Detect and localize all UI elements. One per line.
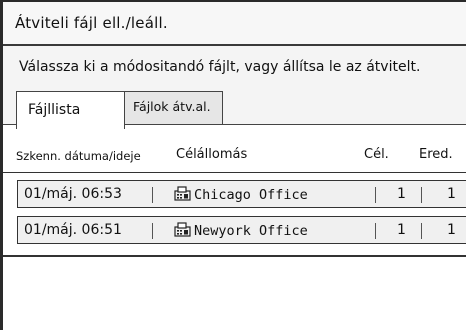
row-destination: Newyork Office	[194, 223, 308, 239]
column-separator	[152, 223, 153, 239]
column-header-ered: Ered.	[419, 147, 453, 162]
column-separator	[421, 223, 422, 239]
tab-transferred-files[interactable]: Fájlok átv.al.	[123, 91, 223, 124]
row-destination-cell: Chicago Office	[174, 186, 308, 205]
fax-destination-icon	[174, 186, 192, 205]
row-ered: 1	[447, 186, 456, 202]
column-header-date: Szkenn. dátuma/ideje	[16, 149, 141, 163]
row-datetime: 01/máj. 06:51	[24, 222, 122, 238]
row-cel: 1	[397, 222, 406, 238]
window-title: Átviteli fájl ell./leáll.	[15, 14, 168, 32]
title-bar: Átviteli fájl ell./leáll.	[3, 2, 466, 46]
tab-file-list-label: Fájllista	[28, 102, 81, 118]
file-list-panel: Szkenn. dátuma/ideje Célállomás Cél. Ere…	[3, 125, 466, 330]
table-row[interactable]: 01/máj. 06:53 Chicago Office 1 1	[17, 180, 466, 208]
row-destination-cell: Newyork Office	[174, 222, 308, 241]
list-bottom-divider	[3, 255, 466, 257]
tab-file-list[interactable]: Fájllista	[16, 91, 125, 129]
row-ered: 1	[447, 222, 456, 238]
table-header: Szkenn. dátuma/ideje Célállomás Cél. Ere…	[3, 147, 466, 169]
instruction-text: Válassza ki a módositandó fájlt, vagy ál…	[19, 59, 421, 75]
column-separator	[375, 223, 376, 239]
tab-transferred-files-label: Fájlok átv.al.	[133, 99, 211, 114]
fax-destination-icon	[174, 222, 192, 241]
row-cel: 1	[397, 186, 406, 202]
column-separator	[152, 187, 153, 203]
transfer-file-dialog: Átviteli fájl ell./leáll. Válassza ki a …	[0, 0, 466, 330]
column-header-cel: Cél.	[364, 147, 389, 162]
row-datetime: 01/máj. 06:53	[24, 186, 122, 202]
column-separator	[375, 187, 376, 203]
table-row[interactable]: 01/máj. 06:51 Newyork Office 1 1	[17, 216, 466, 244]
row-destination: Chicago Office	[194, 187, 308, 203]
tab-bar: Fájllista Fájlok átv.al.	[3, 86, 466, 129]
header-divider	[3, 172, 466, 173]
column-separator	[421, 187, 422, 203]
column-header-destination: Célállomás	[176, 147, 248, 162]
